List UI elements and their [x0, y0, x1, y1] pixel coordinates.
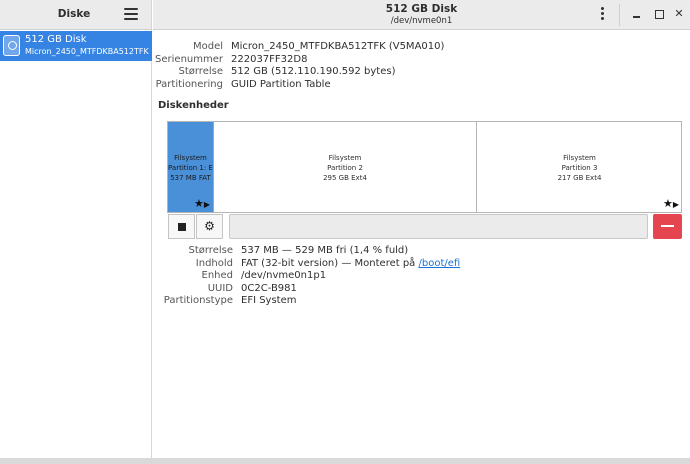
partition-3-line1: Filsystem	[563, 154, 596, 162]
partition-3-block[interactable]: Filsystem Partition 3 217 GB Ext4 ★▶	[477, 122, 682, 212]
label-serial: Serienummer	[155, 53, 223, 65]
label-contents: Indhold	[195, 257, 233, 269]
disk-model: Micron_2450_MTFDKBA512TFK	[25, 47, 149, 56]
maximize-button[interactable]	[652, 7, 666, 21]
disk-name: 512 GB Disk	[25, 34, 87, 45]
partition-info-labels: Størrelse Indhold Enhed UUID Partitionst…	[153, 245, 233, 308]
unmount-stop-button[interactable]	[168, 214, 195, 239]
value-partition-size: 537 MB — 529 MB fri (1,4 % fuld)	[241, 245, 409, 256]
partition-1-line2: Partition 1: E...	[168, 164, 213, 172]
disk-info-labels: Model Serienummer Størrelse Partitioneri…	[153, 41, 223, 91]
partition-2-line1: Filsystem	[328, 154, 362, 162]
volumes-title: Diskenheder	[158, 100, 229, 111]
value-size: 512 GB (512.110.190.592 bytes)	[231, 66, 396, 77]
partition-1-line1: Filsystem	[174, 154, 207, 162]
partition-3-line3: 217 GB Ext4	[557, 174, 602, 182]
partition-1-markers: ★▶	[194, 198, 210, 210]
label-model: Model	[192, 41, 223, 52]
label-partitioning: Partitionering	[155, 78, 223, 90]
delete-partition-button[interactable]	[653, 214, 682, 239]
play-icon: ▶	[203, 200, 210, 209]
contents-text: FAT (32-bit version) — Monteret på	[241, 257, 419, 269]
main-header: 512 GB Disk /dev/nvme0n1 ✕	[153, 0, 690, 30]
sidebar-header: Diske	[0, 0, 151, 30]
star-icon: ★	[193, 197, 204, 210]
value-uuid: 0C2C-B981	[241, 282, 297, 294]
window-title: 512 GB Disk	[385, 3, 458, 15]
partition-1-block[interactable]: Filsystem Partition 1: E... 537 MB FAT ★…	[168, 122, 214, 212]
partition-info-values: 537 MB — 529 MB fri (1,4 % fuld) FAT (32…	[241, 245, 460, 308]
label-device: Enhed	[201, 270, 234, 281]
gears-icon[interactable]: ⚙	[196, 214, 223, 239]
value-serial: 222037FF32D8	[231, 53, 308, 65]
label-partition-size: Størrelse	[188, 245, 233, 256]
value-partition-type: EFI System	[241, 295, 297, 306]
disk-info-values: Micron_2450_MTFDKBA512TFK (V5MA010) 2220…	[231, 41, 444, 91]
header-separator	[619, 4, 620, 26]
value-model: Micron_2450_MTFDKBA512TFK (V5MA010)	[231, 41, 445, 52]
label-size: Størrelse	[178, 66, 223, 77]
value-device: /dev/nvme0n1p1	[241, 270, 327, 281]
partition-1-line3: 537 MB FAT	[170, 174, 211, 182]
label-partition-type: Partitionstype	[163, 295, 233, 306]
bottom-strip	[0, 458, 690, 464]
sidebar: Diske 512 GB Disk Micron_2450_MTFDKBA512…	[0, 0, 152, 458]
minimize-button[interactable]	[630, 7, 644, 21]
partition-3-line2: Partition 3	[561, 164, 598, 172]
kebab-menu-icon[interactable]	[599, 7, 605, 21]
star-icon: ★	[662, 197, 673, 210]
partition-2-line3: 295 GB Ext4	[323, 174, 367, 182]
partition-2-line2: Partition 2	[327, 164, 363, 172]
play-icon: ▶	[672, 200, 679, 209]
value-contents: FAT (32-bit version) — Monteret på /boot…	[241, 258, 460, 271]
disk-drive-icon	[3, 35, 20, 56]
sidebar-disk-item[interactable]: 512 GB Disk Micron_2450_MTFDKBA512TFK	[0, 31, 152, 61]
value-partitioning: GUID Partition Table	[231, 78, 331, 90]
partition-2-block[interactable]: Filsystem Partition 2 295 GB Ext4	[214, 122, 477, 212]
mount-point-link[interactable]: /boot/efi	[419, 258, 461, 269]
hamburger-menu-icon[interactable]	[124, 8, 138, 20]
window-subtitle: /dev/nvme0n1	[390, 16, 453, 26]
partition-map: Filsystem Partition 1: E... 537 MB FAT ★…	[167, 121, 682, 213]
label-uuid: UUID	[207, 282, 233, 294]
toolbar-spacer	[229, 214, 648, 239]
close-button[interactable]: ✕	[672, 7, 686, 21]
partition-3-markers: ★▶	[663, 198, 679, 210]
